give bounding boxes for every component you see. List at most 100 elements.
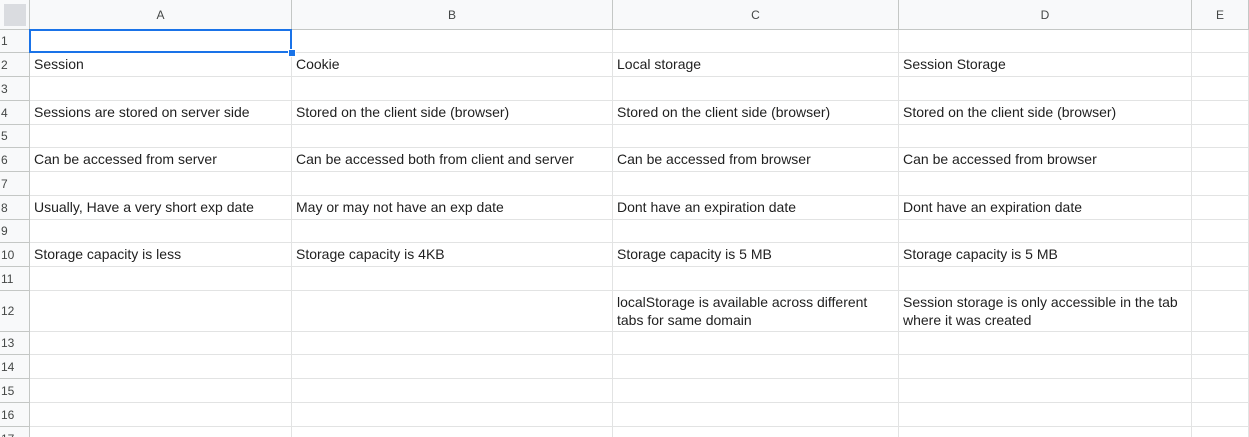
row-header-4[interactable]: 4: [0, 101, 30, 125]
fill-handle[interactable]: [288, 49, 296, 57]
cell-e12[interactable]: [1192, 291, 1249, 332]
row-header-11[interactable]: 11: [0, 267, 30, 291]
cell-a8[interactable]: Usually, Have a very short exp date: [30, 196, 292, 220]
cell-c7[interactable]: [613, 172, 899, 196]
cell-b12[interactable]: [292, 291, 613, 332]
cell-c9[interactable]: [613, 220, 899, 243]
cell-d16[interactable]: [899, 403, 1192, 427]
column-header-e[interactable]: E: [1192, 0, 1249, 30]
cell-c6[interactable]: Can be accessed from browser: [613, 148, 899, 172]
cell-e1[interactable]: [1192, 30, 1249, 53]
cell-a4[interactable]: Sessions are stored on server side: [30, 101, 292, 125]
cell-d10[interactable]: Storage capacity is 5 MB: [899, 243, 1192, 267]
cell-a11[interactable]: [30, 267, 292, 291]
cell-b10[interactable]: Storage capacity is 4KB: [292, 243, 613, 267]
cell-b13[interactable]: [292, 332, 613, 355]
cell-c17[interactable]: [613, 427, 899, 437]
cell-a5[interactable]: [30, 125, 292, 148]
cell-d1[interactable]: [899, 30, 1192, 53]
cell-e15[interactable]: [1192, 379, 1249, 403]
column-header-c[interactable]: C: [613, 0, 899, 30]
row-header-6[interactable]: 6: [0, 148, 30, 172]
cell-c5[interactable]: [613, 125, 899, 148]
cell-a1[interactable]: [30, 30, 292, 53]
cell-a7[interactable]: [30, 172, 292, 196]
column-header-a[interactable]: A: [30, 0, 292, 30]
cell-e10[interactable]: [1192, 243, 1249, 267]
cell-e17[interactable]: [1192, 427, 1249, 437]
row-header-1[interactable]: 1: [0, 30, 30, 53]
cell-d15[interactable]: [899, 379, 1192, 403]
cell-b2[interactable]: Cookie: [292, 53, 613, 77]
row-header-17[interactable]: 17: [0, 427, 30, 437]
row-header-10[interactable]: 10: [0, 243, 30, 267]
cell-d14[interactable]: [899, 355, 1192, 379]
cell-b6[interactable]: Can be accessed both from client and ser…: [292, 148, 613, 172]
cell-b16[interactable]: [292, 403, 613, 427]
cell-b7[interactable]: [292, 172, 613, 196]
cell-d11[interactable]: [899, 267, 1192, 291]
cell-c1[interactable]: [613, 30, 899, 53]
cell-b5[interactable]: [292, 125, 613, 148]
cell-a16[interactable]: [30, 403, 292, 427]
cell-a13[interactable]: [30, 332, 292, 355]
cell-e4[interactable]: [1192, 101, 1249, 125]
cell-e14[interactable]: [1192, 355, 1249, 379]
row-header-8[interactable]: 8: [0, 196, 30, 220]
cell-d7[interactable]: [899, 172, 1192, 196]
spreadsheet-grid[interactable]: A B C D E 1 2 Session Cookie Local storage Session…: [0, 0, 1249, 437]
row-header-9[interactable]: 9: [0, 220, 30, 243]
cell-d17[interactable]: [899, 427, 1192, 437]
cell-c15[interactable]: [613, 379, 899, 403]
cell-d2[interactable]: Session Storage: [899, 53, 1192, 77]
cell-a6[interactable]: Can be accessed from server: [30, 148, 292, 172]
cell-e6[interactable]: [1192, 148, 1249, 172]
cell-d9[interactable]: [899, 220, 1192, 243]
cell-a9[interactable]: [30, 220, 292, 243]
cell-d13[interactable]: [899, 332, 1192, 355]
row-header-16[interactable]: 16: [0, 403, 30, 427]
row-header-14[interactable]: 14: [0, 355, 30, 379]
cell-c8[interactable]: Dont have an expiration date: [613, 196, 899, 220]
row-header-15[interactable]: 15: [0, 379, 30, 403]
cell-c4[interactable]: Stored on the client side (browser): [613, 101, 899, 125]
cell-c2[interactable]: Local storage: [613, 53, 899, 77]
cell-a12[interactable]: [30, 291, 292, 332]
cell-b3[interactable]: [292, 77, 613, 101]
cell-d12[interactable]: Session storage is only accessible in th…: [899, 291, 1192, 332]
cell-c13[interactable]: [613, 332, 899, 355]
cell-b1[interactable]: [292, 30, 613, 53]
cell-d5[interactable]: [899, 125, 1192, 148]
row-header-3[interactable]: 3: [0, 77, 30, 101]
cell-c11[interactable]: [613, 267, 899, 291]
cell-d3[interactable]: [899, 77, 1192, 101]
row-header-12[interactable]: 12: [0, 291, 30, 332]
cell-e11[interactable]: [1192, 267, 1249, 291]
cell-c14[interactable]: [613, 355, 899, 379]
column-header-b[interactable]: B: [292, 0, 613, 30]
cell-e8[interactable]: [1192, 196, 1249, 220]
cell-a3[interactable]: [30, 77, 292, 101]
cell-c10[interactable]: Storage capacity is 5 MB: [613, 243, 899, 267]
cell-b9[interactable]: [292, 220, 613, 243]
cell-d4[interactable]: Stored on the client side (browser): [899, 101, 1192, 125]
cell-a15[interactable]: [30, 379, 292, 403]
cell-e2[interactable]: [1192, 53, 1249, 77]
cell-b14[interactable]: [292, 355, 613, 379]
cell-a10[interactable]: Storage capacity is less: [30, 243, 292, 267]
row-header-2[interactable]: 2: [0, 53, 30, 77]
row-header-7[interactable]: 7: [0, 172, 30, 196]
cell-a14[interactable]: [30, 355, 292, 379]
cell-b4[interactable]: Stored on the client side (browser): [292, 101, 613, 125]
cell-c12[interactable]: localStorage is available across differe…: [613, 291, 899, 332]
column-header-d[interactable]: D: [899, 0, 1192, 30]
cell-e13[interactable]: [1192, 332, 1249, 355]
cell-e9[interactable]: [1192, 220, 1249, 243]
cell-e5[interactable]: [1192, 125, 1249, 148]
cell-c3[interactable]: [613, 77, 899, 101]
select-all-corner[interactable]: [0, 0, 30, 30]
cell-b8[interactable]: May or may not have an exp date: [292, 196, 613, 220]
cell-b17[interactable]: [292, 427, 613, 437]
cell-e3[interactable]: [1192, 77, 1249, 101]
cell-d8[interactable]: Dont have an expiration date: [899, 196, 1192, 220]
